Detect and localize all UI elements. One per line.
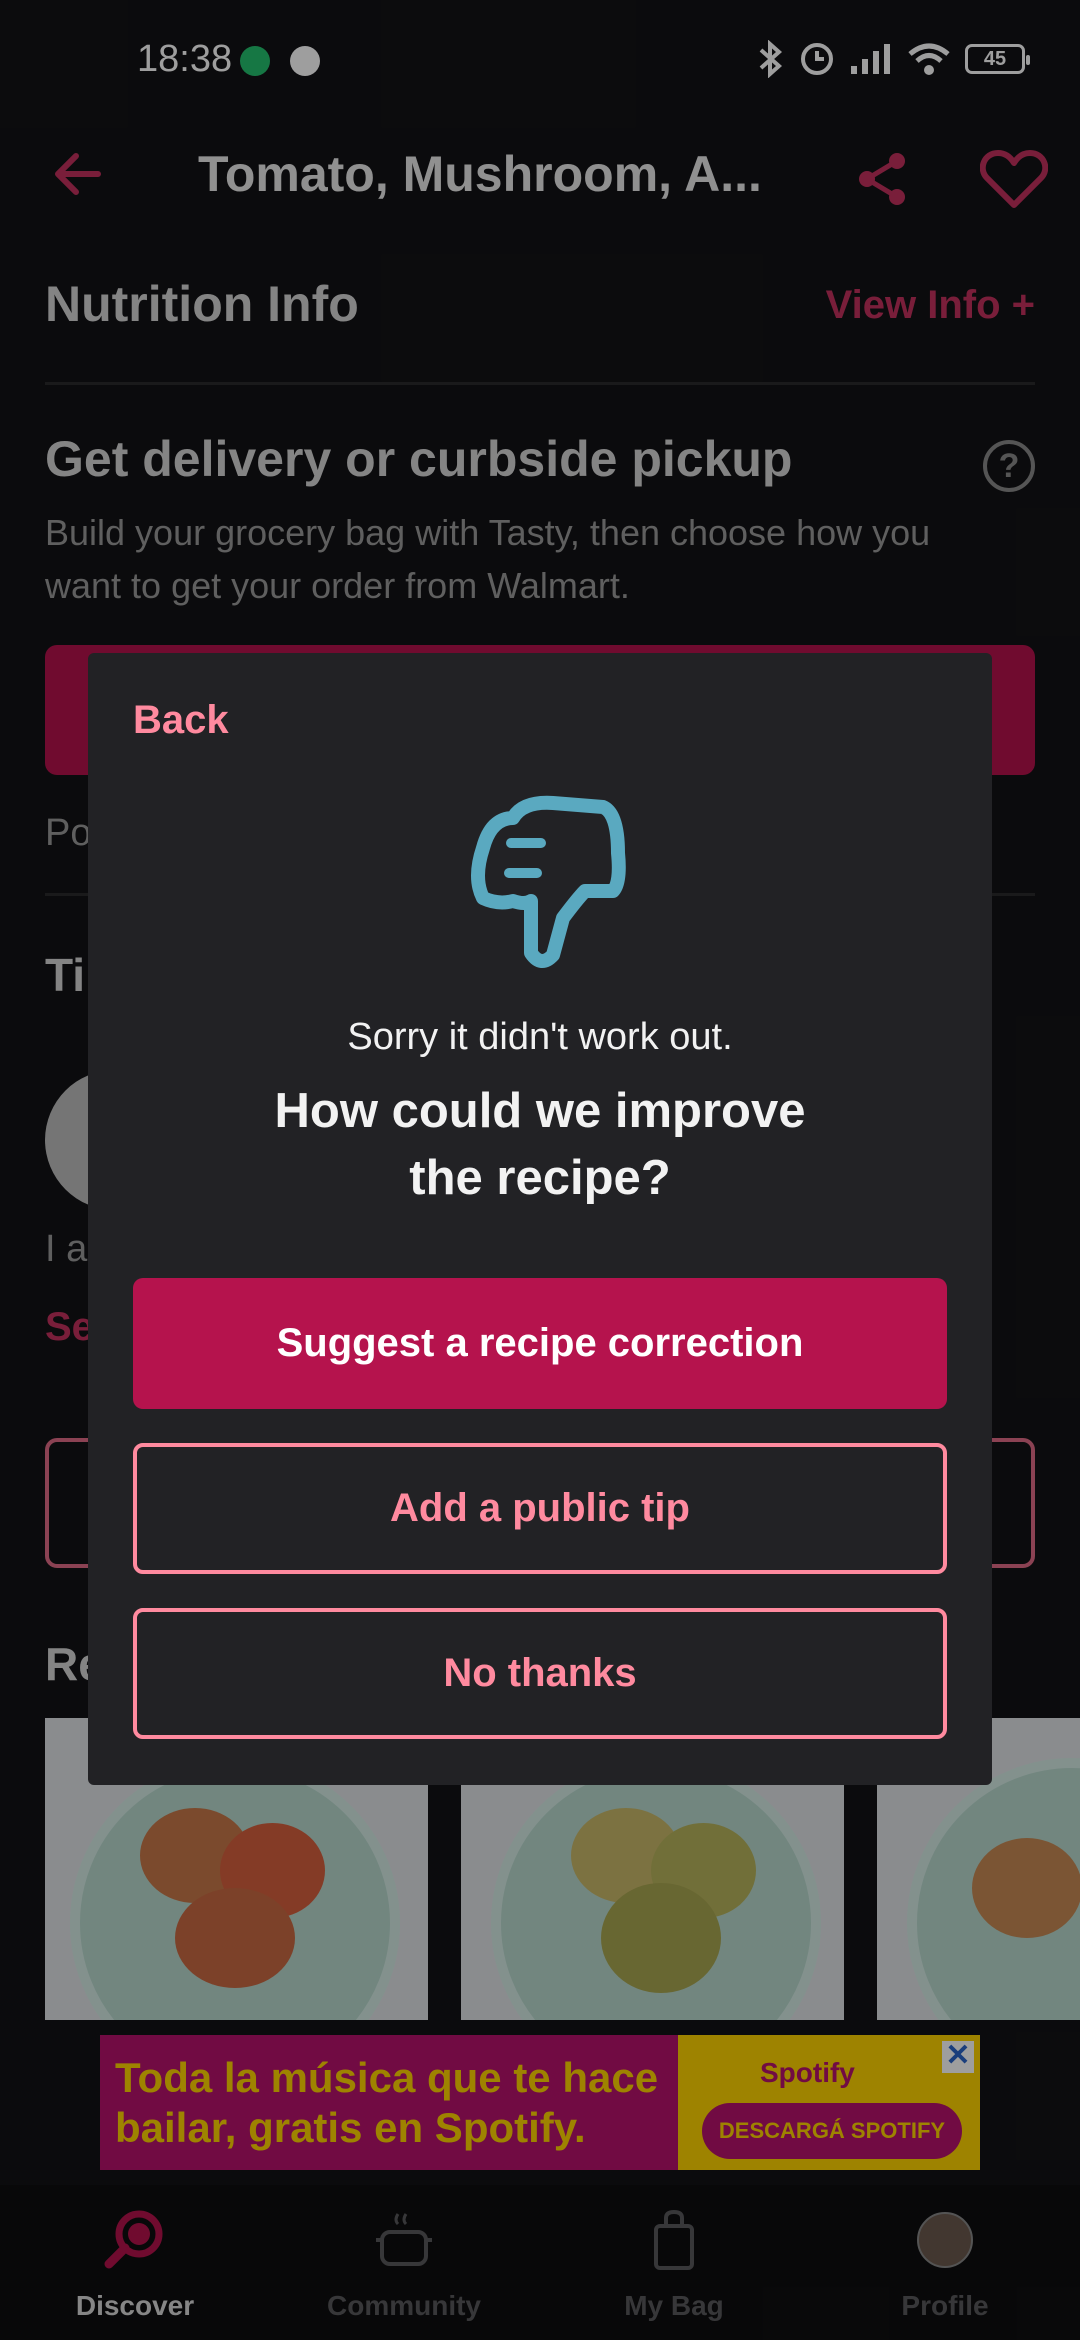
suggest-correction-button[interactable]: Suggest a recipe correction	[133, 1278, 947, 1409]
no-thanks-button[interactable]: No thanks	[133, 1608, 947, 1739]
improve-question: How could we improve the recipe?	[274, 1084, 806, 1205]
sorry-message: Sorry it didn't work out.	[347, 1016, 733, 1058]
modal-back-button[interactable]: Back	[133, 698, 229, 743]
recipe-screen: 18:38 45 Tomato, Mushroom, A... Nutritio…	[0, 0, 1080, 2340]
add-public-tip-button[interactable]: Add a public tip	[133, 1443, 947, 1574]
thumbs-down-icon	[471, 795, 626, 968]
feedback-modal: Back Sorry it didn't work out. How could…	[88, 653, 992, 1785]
